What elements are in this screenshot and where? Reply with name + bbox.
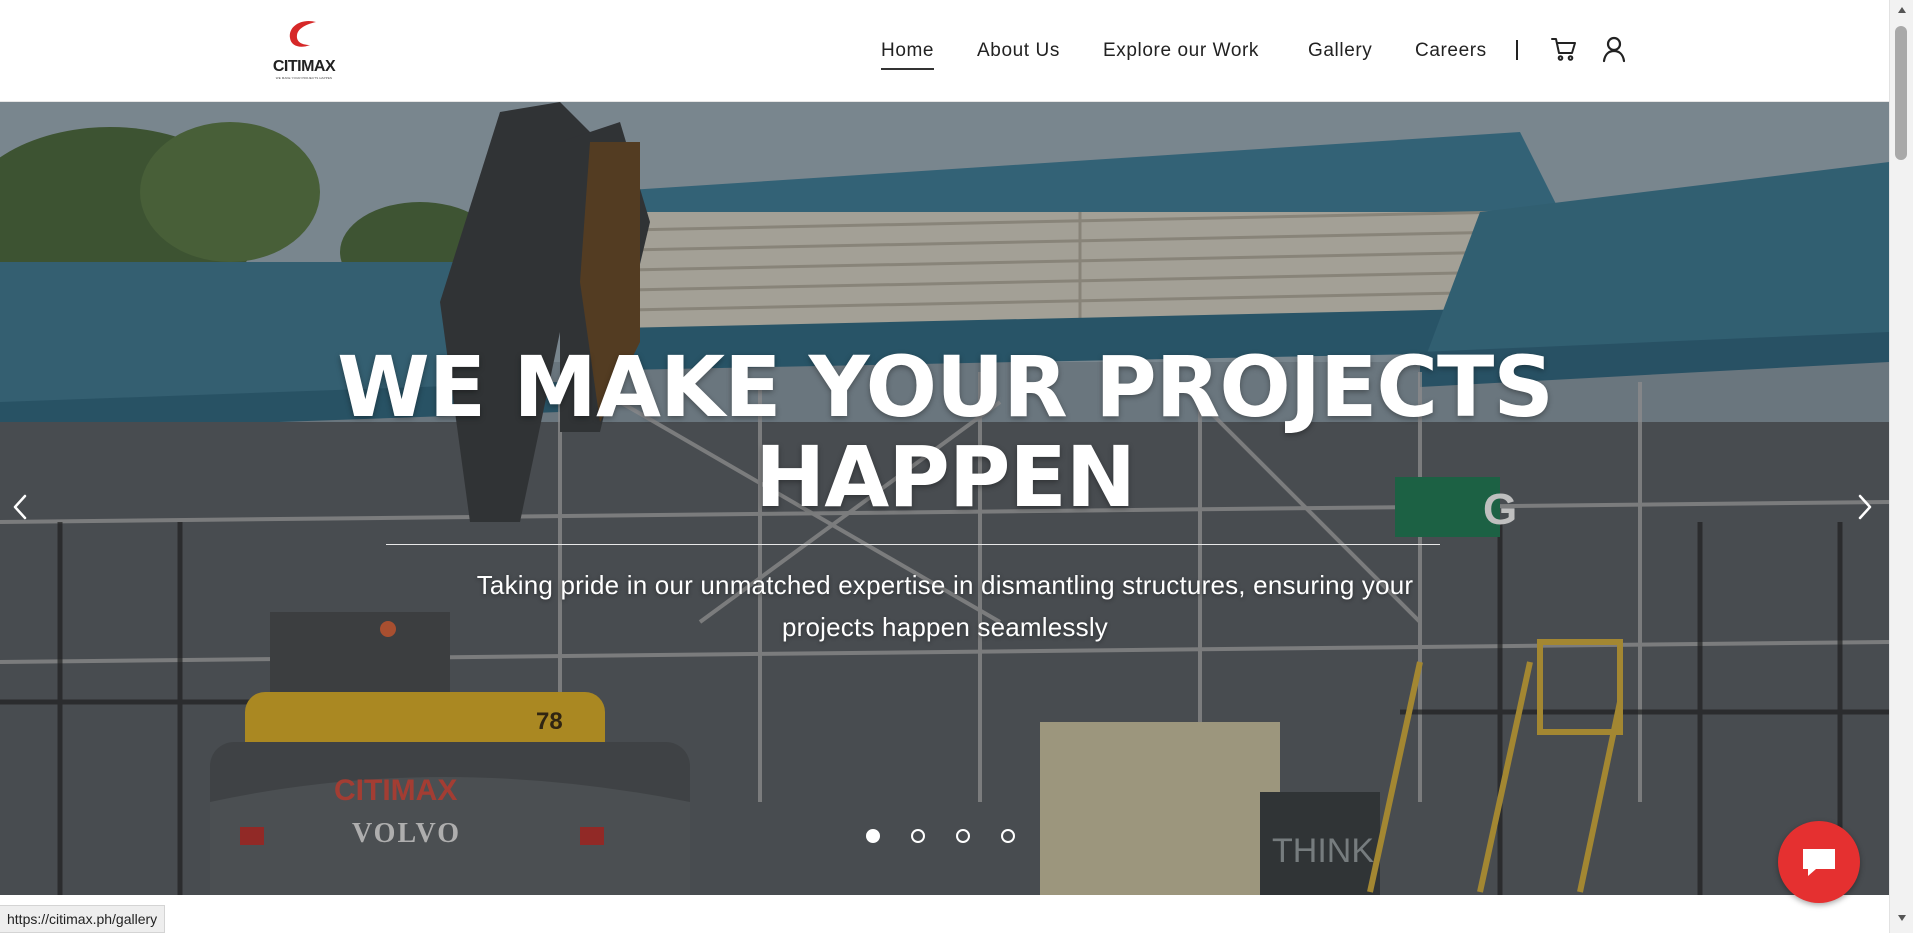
carousel-dot-4[interactable] (1001, 829, 1015, 843)
logo-tagline: WE MAKE YOUR PROJECTS HAPPEN (275, 76, 333, 80)
logo-swoosh-icon (289, 20, 316, 47)
status-bar-url: https://citimax.ph/gallery (0, 905, 166, 933)
scrollbar-thumb[interactable] (1895, 26, 1907, 160)
carousel-dot-2[interactable] (911, 829, 925, 843)
nav-home[interactable]: Home (881, 40, 935, 70)
nav-explore-our-work[interactable]: Explore our Work (1103, 40, 1259, 62)
chat-button[interactable] (1778, 821, 1860, 903)
chevron-left-icon[interactable] (10, 492, 30, 527)
hero-title: WE MAKE YOUR PROJECTS HAPPEN (337, 338, 1554, 526)
hero-subtitle: Taking pride in our unmatched expertise … (476, 570, 1414, 642)
scroll-up-icon[interactable] (1897, 6, 1907, 14)
carousel-dot-1[interactable] (866, 829, 880, 843)
hero-divider (386, 544, 1440, 545)
nav-careers[interactable]: Careers (1415, 40, 1487, 62)
logo-wordmark: CITIMAX (272, 58, 336, 75)
site-header: CITIMAX WE MAKE YOUR PROJECTS HAPPEN Hom… (0, 0, 1889, 102)
carousel-dot-3[interactable] (956, 829, 970, 843)
nav-about-us[interactable]: About Us (977, 40, 1060, 62)
nav-gallery[interactable]: Gallery (1308, 40, 1372, 62)
user-icon[interactable] (1600, 35, 1628, 68)
scroll-down-icon[interactable] (1897, 914, 1907, 922)
chat-bubble-icon (1803, 849, 1835, 876)
citimax-logo[interactable]: CITIMAX WE MAKE YOUR PROJECTS HAPPEN (268, 18, 340, 84)
page-scrollbar[interactable] (1889, 0, 1913, 933)
chevron-right-icon[interactable] (1855, 492, 1875, 527)
cart-icon[interactable] (1550, 35, 1578, 68)
hero-carousel: G THINK 78 CITIMAX VOLVO WE MAKE YOUR PR… (0, 102, 1889, 895)
nav-divider (1516, 40, 1518, 60)
